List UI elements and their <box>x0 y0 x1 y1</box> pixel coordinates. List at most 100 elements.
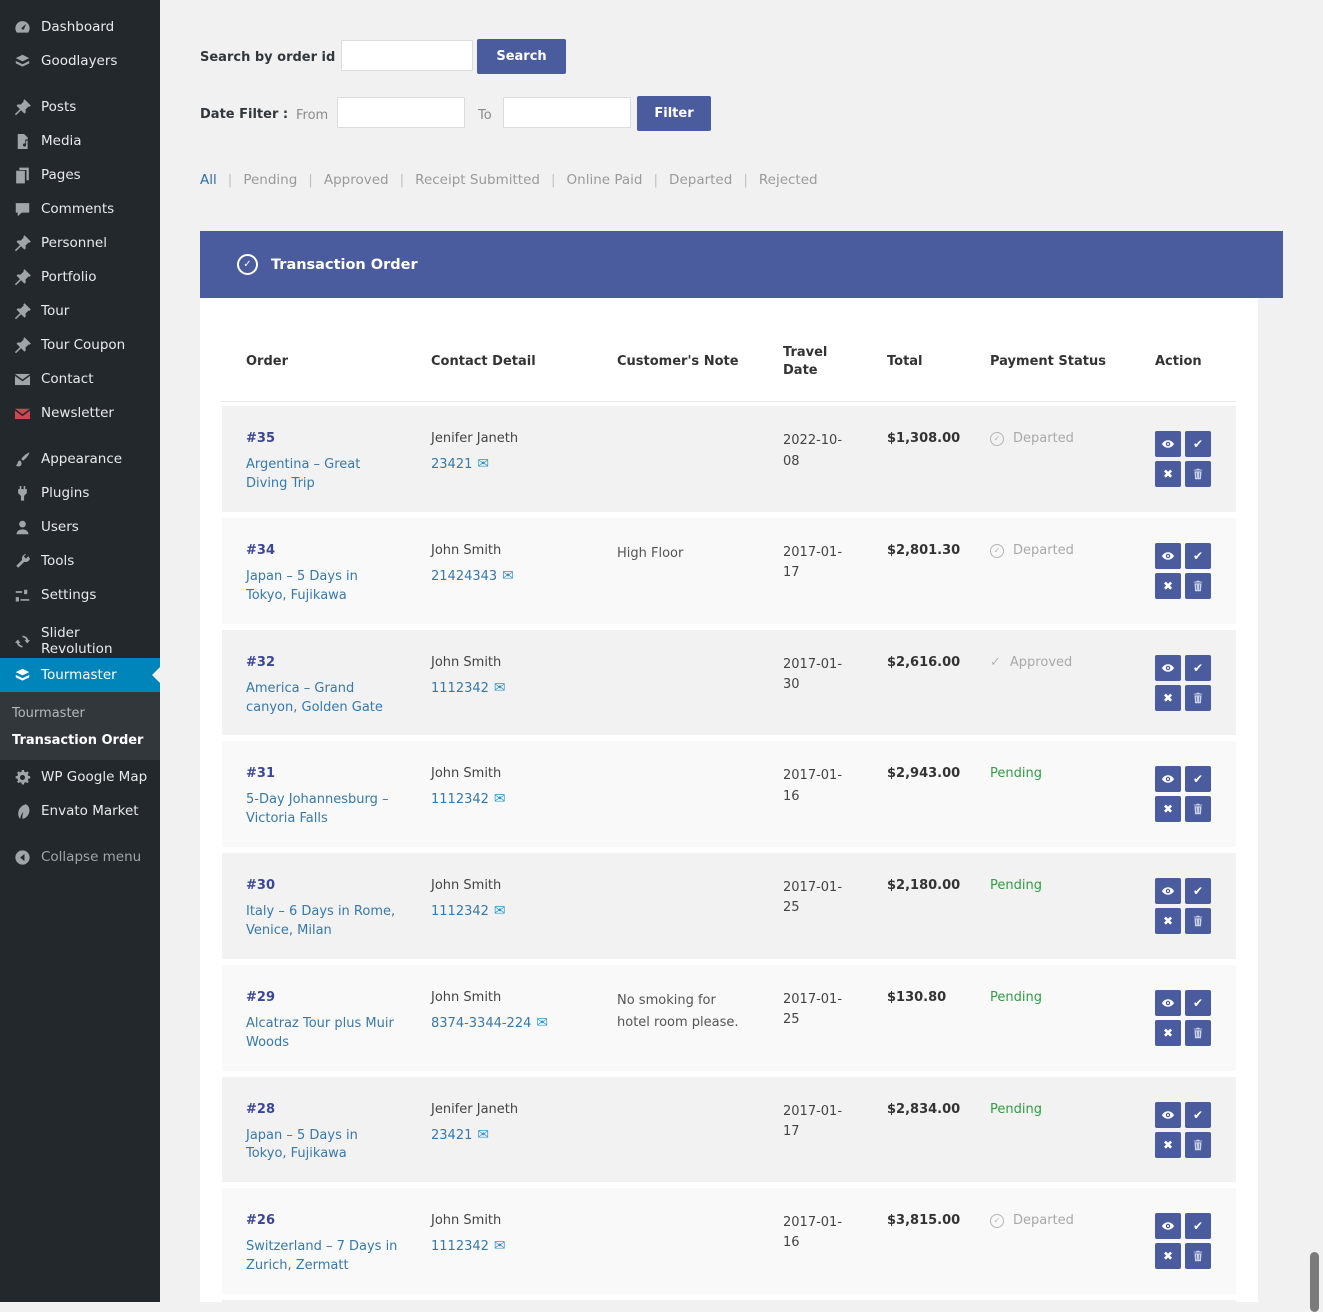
delete-button[interactable] <box>1185 796 1211 822</box>
sidebar-item-goodlayers[interactable]: Goodlayers <box>0 44 160 78</box>
approve-button[interactable]: ✔ <box>1185 766 1211 792</box>
sidebar-item-tools[interactable]: Tools <box>0 544 160 578</box>
sidebar-item-slider-revolution[interactable]: Slider Revolution <box>0 624 160 658</box>
tour-link[interactable]: 5-Day Johannesburg – Victoria Falls <box>246 791 402 829</box>
envelope-icon[interactable]: ✉ <box>536 1015 548 1031</box>
reject-button[interactable]: ✖ <box>1155 1243 1181 1269</box>
filter-link-departed[interactable]: Departed <box>669 172 732 188</box>
order-id-link[interactable]: #31 <box>246 766 431 781</box>
date-from-input[interactable] <box>337 97 465 128</box>
envelope-icon[interactable]: ✉ <box>477 456 489 472</box>
order-id-link[interactable]: #29 <box>246 990 431 1005</box>
approve-button[interactable]: ✔ <box>1185 990 1211 1016</box>
order-id-link[interactable]: #34 <box>246 543 431 558</box>
contact-phone-link[interactable]: 1112342 <box>431 792 489 807</box>
scrollbar-thumb[interactable] <box>1310 1252 1319 1312</box>
contact-phone-link[interactable]: 23421 <box>431 1128 472 1143</box>
reject-button[interactable]: ✖ <box>1155 1020 1181 1046</box>
envelope-icon[interactable]: ✉ <box>502 568 514 584</box>
view-button[interactable] <box>1155 990 1181 1016</box>
sidebar-item-media[interactable]: Media <box>0 124 160 158</box>
reject-button[interactable]: ✖ <box>1155 461 1181 487</box>
delete-button[interactable] <box>1185 1243 1211 1269</box>
tour-link[interactable]: America – Grand canyon, Golden Gate <box>246 680 402 718</box>
sidebar-item-portfolio[interactable]: Portfolio <box>0 260 160 294</box>
date-to-input[interactable] <box>503 97 631 128</box>
delete-button[interactable] <box>1185 461 1211 487</box>
tour-link[interactable]: Japan – 5 Days in Tokyo, Fujikawa <box>246 1127 402 1165</box>
tour-link[interactable]: Argentina – Great Diving Trip <box>246 456 402 494</box>
delete-button[interactable] <box>1185 1020 1211 1046</box>
reject-button[interactable]: ✖ <box>1155 685 1181 711</box>
envelope-icon[interactable]: ✉ <box>494 680 506 696</box>
contact-phone-link[interactable]: 23421 <box>431 457 472 472</box>
sidebar-item-pages[interactable]: Pages <box>0 158 160 192</box>
search-order-id-input[interactable] <box>341 40 473 71</box>
order-id-link[interactable]: #26 <box>246 1213 431 1228</box>
sidebar-item-newsletter[interactable]: Newsletter <box>0 396 160 430</box>
view-button[interactable] <box>1155 655 1181 681</box>
reject-button[interactable]: ✖ <box>1155 1132 1181 1158</box>
approve-button[interactable]: ✔ <box>1185 431 1211 457</box>
tour-link[interactable]: Italy – 6 Days in Rome, Venice, Milan <box>246 903 402 941</box>
filter-link-receipt-submitted[interactable]: Receipt Submitted <box>415 172 540 188</box>
delete-button[interactable] <box>1185 1132 1211 1158</box>
sidebar-item-contact[interactable]: Contact <box>0 362 160 396</box>
view-button[interactable] <box>1155 543 1181 569</box>
filter-link-pending[interactable]: Pending <box>243 172 297 188</box>
search-button[interactable]: Search <box>477 39 566 74</box>
approve-button[interactable]: ✔ <box>1185 878 1211 904</box>
filter-link-approved[interactable]: Approved <box>324 172 389 188</box>
tour-link[interactable]: Alcatraz Tour plus Muir Woods <box>246 1015 402 1053</box>
sidebar-item-settings[interactable]: Settings <box>0 578 160 612</box>
approve-button[interactable]: ✔ <box>1185 1102 1211 1128</box>
view-button[interactable] <box>1155 1102 1181 1128</box>
sidebar-item-plugins[interactable]: Plugins <box>0 476 160 510</box>
order-id-link[interactable]: #35 <box>246 431 431 446</box>
filter-button[interactable]: Filter <box>637 96 711 131</box>
filter-link-rejected[interactable]: Rejected <box>759 172 818 188</box>
filter-link-online-paid[interactable]: Online Paid <box>567 172 643 188</box>
sidebar-item-dashboard[interactable]: Dashboard <box>0 10 160 44</box>
contact-phone-link[interactable]: 1112342 <box>431 904 489 919</box>
sidebar-item-tour[interactable]: Tour <box>0 294 160 328</box>
view-button[interactable] <box>1155 766 1181 792</box>
view-button[interactable] <box>1155 1213 1181 1239</box>
reject-button[interactable]: ✖ <box>1155 796 1181 822</box>
sidebar-item-tourmaster[interactable]: Tourmaster <box>0 658 160 692</box>
sidebar-item-comments[interactable]: Comments <box>0 192 160 226</box>
approve-button[interactable]: ✔ <box>1185 655 1211 681</box>
contact-phone-link[interactable]: 1112342 <box>431 681 489 696</box>
sidebar-item-tour-coupon[interactable]: Tour Coupon <box>0 328 160 362</box>
filter-link-all[interactable]: All <box>200 172 217 188</box>
tour-link[interactable]: Japan – 5 Days in Tokyo, Fujikawa <box>246 568 402 606</box>
order-id-link[interactable]: #28 <box>246 1102 431 1117</box>
contact-phone-link[interactable]: 1112342 <box>431 1239 489 1254</box>
sidebar-item-envato-market[interactable]: Envato Market <box>0 794 160 828</box>
submenu-item-tourmaster[interactable]: Tourmaster <box>0 700 160 727</box>
envelope-icon[interactable]: ✉ <box>477 1127 489 1143</box>
delete-button[interactable] <box>1185 573 1211 599</box>
envelope-icon[interactable]: ✉ <box>494 1238 506 1254</box>
envelope-icon[interactable]: ✉ <box>494 791 506 807</box>
reject-button[interactable]: ✖ <box>1155 908 1181 934</box>
view-button[interactable] <box>1155 431 1181 457</box>
order-id-link[interactable]: #30 <box>246 878 431 893</box>
view-button[interactable] <box>1155 878 1181 904</box>
tour-link[interactable]: Switzerland – 7 Days in Zurich, Zermatt <box>246 1238 402 1276</box>
contact-phone-link[interactable]: 8374-3344-224 <box>431 1016 531 1031</box>
sidebar-item-users[interactable]: Users <box>0 510 160 544</box>
sidebar-item-wp-google-map[interactable]: WP Google Map <box>0 760 160 794</box>
approve-button[interactable]: ✔ <box>1185 1213 1211 1239</box>
delete-button[interactable] <box>1185 908 1211 934</box>
order-id-link[interactable]: #32 <box>246 655 431 670</box>
sidebar-item-appearance[interactable]: Appearance <box>0 442 160 476</box>
sidebar-item-collapse-menu[interactable]: Collapse menu <box>0 840 160 874</box>
sidebar-item-posts[interactable]: Posts <box>0 90 160 124</box>
contact-phone-link[interactable]: 21424343 <box>431 569 497 584</box>
envelope-icon[interactable]: ✉ <box>494 903 506 919</box>
approve-button[interactable]: ✔ <box>1185 543 1211 569</box>
delete-button[interactable] <box>1185 685 1211 711</box>
reject-button[interactable]: ✖ <box>1155 573 1181 599</box>
submenu-item-transaction-order[interactable]: Transaction Order <box>0 727 160 754</box>
